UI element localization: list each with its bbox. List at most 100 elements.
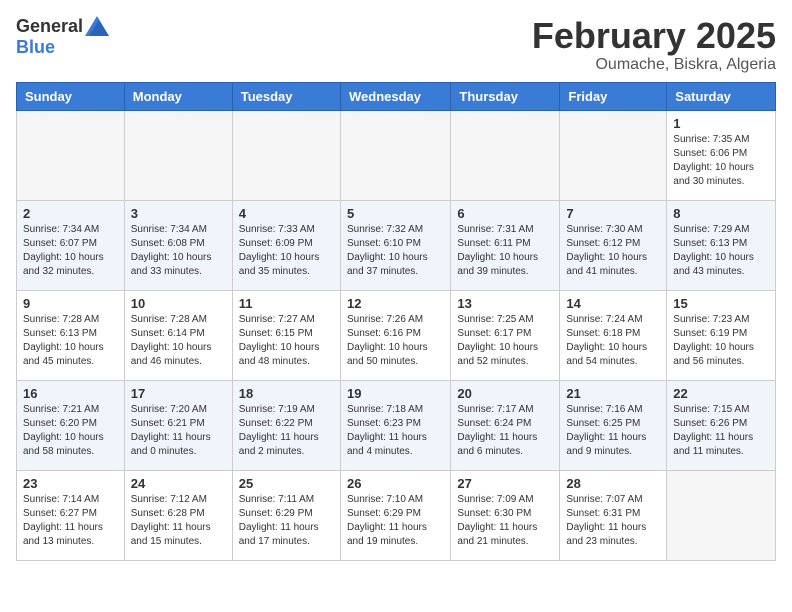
- calendar-cell: 1 Sunrise: 7:35 AM Sunset: 6:06 PM Daylig…: [667, 110, 776, 200]
- day-number: 10: [131, 296, 226, 311]
- location-subtitle: Oumache, Biskra, Algeria: [532, 56, 776, 74]
- calendar-cell: [232, 110, 340, 200]
- day-info: Sunrise: 7:25 AM Sunset: 6:17 PM Dayligh…: [457, 313, 553, 369]
- day-number: 25: [239, 476, 334, 491]
- calendar-cell: 17 Sunrise: 7:20 AM Sunset: 6:21 PM Dayli…: [124, 380, 232, 470]
- day-number: 9: [23, 296, 118, 311]
- day-info: Sunrise: 7:33 AM Sunset: 6:09 PM Dayligh…: [239, 223, 334, 279]
- title-block: February 2025 Oumache, Biskra, Algeria: [532, 16, 776, 74]
- calendar-cell: 6 Sunrise: 7:31 AM Sunset: 6:11 PM Daylig…: [451, 200, 560, 290]
- day-info: Sunrise: 7:21 AM Sunset: 6:20 PM Dayligh…: [23, 403, 118, 459]
- calendar-cell: [340, 110, 450, 200]
- calendar-cell: 2Sunrise: 7:34 AM Sunset: 6:07 PM Daylig…: [17, 200, 125, 290]
- day-number: 18: [239, 386, 334, 401]
- day-info: Sunrise: 7:16 AM Sunset: 6:25 PM Dayligh…: [566, 403, 660, 459]
- calendar-cell: [667, 470, 776, 560]
- day-info: Sunrise: 7:35 AM Sunset: 6:06 PM Dayligh…: [673, 133, 769, 189]
- day-number: 20: [457, 386, 553, 401]
- col-sunday: Sunday: [17, 82, 125, 110]
- day-info: Sunrise: 7:31 AM Sunset: 6:11 PM Dayligh…: [457, 223, 553, 279]
- calendar-cell: 26Sunrise: 7:10 AM Sunset: 6:29 PM Dayli…: [340, 470, 450, 560]
- day-number: 11: [239, 296, 334, 311]
- calendar-cell: 22 Sunrise: 7:15 AM Sunset: 6:26 PM Dayli…: [667, 380, 776, 470]
- calendar-cell: 9 Sunrise: 7:28 AM Sunset: 6:13 PM Daylig…: [17, 290, 125, 380]
- day-info: Sunrise: 7:18 AM Sunset: 6:23 PM Dayligh…: [347, 403, 444, 459]
- day-number: 23: [23, 476, 118, 491]
- col-saturday: Saturday: [667, 82, 776, 110]
- day-number: 15: [673, 296, 769, 311]
- day-number: 3: [131, 206, 226, 221]
- day-info: Sunrise: 7:34 AM Sunset: 6:07 PM Dayligh…: [23, 223, 118, 279]
- calendar-week-row: 9 Sunrise: 7:28 AM Sunset: 6:13 PM Daylig…: [17, 290, 776, 380]
- day-info: Sunrise: 7:24 AM Sunset: 6:18 PM Dayligh…: [566, 313, 660, 369]
- calendar-cell: 18 Sunrise: 7:19 AM Sunset: 6:22 PM Dayli…: [232, 380, 340, 470]
- page-header: General Blue February 2025 Oumache, Bisk…: [16, 16, 776, 74]
- calendar-cell: 23 Sunrise: 7:14 AM Sunset: 6:27 PM Dayli…: [17, 470, 125, 560]
- calendar-cell: 5 Sunrise: 7:32 AM Sunset: 6:10 PM Daylig…: [340, 200, 450, 290]
- day-info: Sunrise: 7:11 AM Sunset: 6:29 PM Dayligh…: [239, 493, 334, 549]
- calendar-week-row: 23 Sunrise: 7:14 AM Sunset: 6:27 PM Dayli…: [17, 470, 776, 560]
- day-number: 24: [131, 476, 226, 491]
- day-number: 8: [673, 206, 769, 221]
- day-info: Sunrise: 7:19 AM Sunset: 6:22 PM Dayligh…: [239, 403, 334, 459]
- day-info: Sunrise: 7:34 AM Sunset: 6:08 PM Dayligh…: [131, 223, 226, 279]
- calendar-table: Sunday Monday Tuesday Wednesday Thursday…: [16, 82, 776, 561]
- calendar-cell: [451, 110, 560, 200]
- day-number: 27: [457, 476, 553, 491]
- calendar-cell: 15 Sunrise: 7:23 AM Sunset: 6:19 PM Dayli…: [667, 290, 776, 380]
- calendar-cell: 24 Sunrise: 7:12 AM Sunset: 6:28 PM Dayli…: [124, 470, 232, 560]
- day-number: 4: [239, 206, 334, 221]
- day-number: 17: [131, 386, 226, 401]
- logo-icon: [85, 16, 109, 36]
- day-info: Sunrise: 7:28 AM Sunset: 6:13 PM Dayligh…: [23, 313, 118, 369]
- calendar-cell: 25 Sunrise: 7:11 AM Sunset: 6:29 PM Dayli…: [232, 470, 340, 560]
- calendar-cell: 14Sunrise: 7:24 AM Sunset: 6:18 PM Dayli…: [560, 290, 667, 380]
- logo-text-blue: Blue: [16, 37, 55, 57]
- day-info: Sunrise: 7:07 AM Sunset: 6:31 PM Dayligh…: [566, 493, 660, 549]
- day-info: Sunrise: 7:26 AM Sunset: 6:16 PM Dayligh…: [347, 313, 444, 369]
- day-number: 19: [347, 386, 444, 401]
- calendar-cell: 12 Sunrise: 7:26 AM Sunset: 6:16 PM Dayli…: [340, 290, 450, 380]
- calendar-cell: 19 Sunrise: 7:18 AM Sunset: 6:23 PM Dayli…: [340, 380, 450, 470]
- day-number: 1: [673, 116, 769, 131]
- calendar-cell: [124, 110, 232, 200]
- calendar-cell: 27 Sunrise: 7:09 AM Sunset: 6:30 PM Dayli…: [451, 470, 560, 560]
- day-number: 21: [566, 386, 660, 401]
- day-number: 5: [347, 206, 444, 221]
- day-info: Sunrise: 7:28 AM Sunset: 6:14 PM Dayligh…: [131, 313, 226, 369]
- day-info: Sunrise: 7:32 AM Sunset: 6:10 PM Dayligh…: [347, 223, 444, 279]
- day-number: 7: [566, 206, 660, 221]
- day-info: Sunrise: 7:20 AM Sunset: 6:21 PM Dayligh…: [131, 403, 226, 459]
- day-number: 13: [457, 296, 553, 311]
- calendar-cell: [17, 110, 125, 200]
- day-info: Sunrise: 7:09 AM Sunset: 6:30 PM Dayligh…: [457, 493, 553, 549]
- day-number: 22: [673, 386, 769, 401]
- day-info: Sunrise: 7:27 AM Sunset: 6:15 PM Dayligh…: [239, 313, 334, 369]
- calendar-cell: 16 Sunrise: 7:21 AM Sunset: 6:20 PM Dayli…: [17, 380, 125, 470]
- calendar-week-row: 1 Sunrise: 7:35 AM Sunset: 6:06 PM Daylig…: [17, 110, 776, 200]
- calendar-cell: 21 Sunrise: 7:16 AM Sunset: 6:25 PM Dayli…: [560, 380, 667, 470]
- day-info: Sunrise: 7:23 AM Sunset: 6:19 PM Dayligh…: [673, 313, 769, 369]
- calendar-cell: 28 Sunrise: 7:07 AM Sunset: 6:31 PM Dayli…: [560, 470, 667, 560]
- calendar-week-row: 16 Sunrise: 7:21 AM Sunset: 6:20 PM Dayli…: [17, 380, 776, 470]
- month-year-title: February 2025: [532, 16, 776, 56]
- calendar-cell: 4 Sunrise: 7:33 AM Sunset: 6:09 PM Daylig…: [232, 200, 340, 290]
- calendar-cell: 10 Sunrise: 7:28 AM Sunset: 6:14 PM Dayli…: [124, 290, 232, 380]
- col-monday: Monday: [124, 82, 232, 110]
- calendar-cell: 11 Sunrise: 7:27 AM Sunset: 6:15 PM Dayli…: [232, 290, 340, 380]
- day-number: 16: [23, 386, 118, 401]
- logo-text-general: General: [16, 16, 83, 36]
- day-number: 6: [457, 206, 553, 221]
- day-info: Sunrise: 7:12 AM Sunset: 6:28 PM Dayligh…: [131, 493, 226, 549]
- calendar-week-row: 2Sunrise: 7:34 AM Sunset: 6:07 PM Daylig…: [17, 200, 776, 290]
- day-number: 12: [347, 296, 444, 311]
- day-number: 28: [566, 476, 660, 491]
- calendar-cell: [560, 110, 667, 200]
- day-number: 26: [347, 476, 444, 491]
- col-thursday: Thursday: [451, 82, 560, 110]
- day-info: Sunrise: 7:15 AM Sunset: 6:26 PM Dayligh…: [673, 403, 769, 459]
- logo: General Blue: [16, 16, 109, 58]
- col-friday: Friday: [560, 82, 667, 110]
- day-info: Sunrise: 7:14 AM Sunset: 6:27 PM Dayligh…: [23, 493, 118, 549]
- day-info: Sunrise: 7:30 AM Sunset: 6:12 PM Dayligh…: [566, 223, 660, 279]
